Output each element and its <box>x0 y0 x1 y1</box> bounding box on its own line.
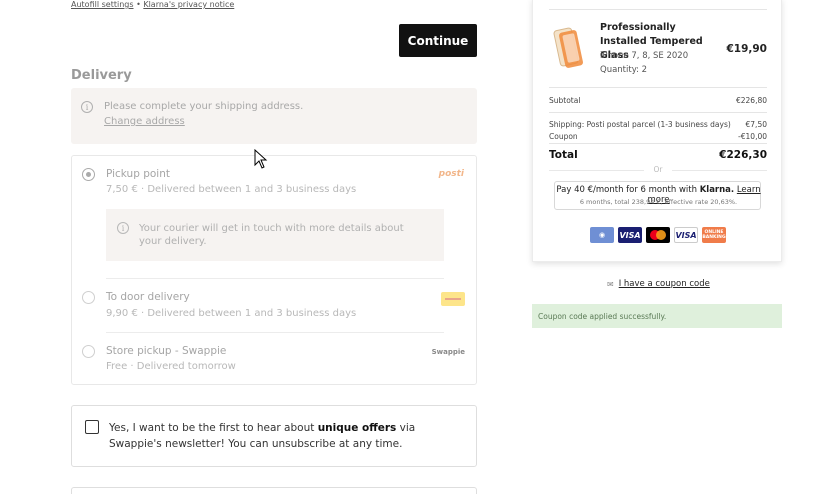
mobilepay-icon: ◉ <box>590 227 614 243</box>
or-label: Or <box>653 165 663 174</box>
mouse-cursor-icon <box>254 149 268 169</box>
product-quantity: Quantity: 2 <box>600 65 648 75</box>
newsletter-optin: Yes, I want to be the first to hear abou… <box>71 405 477 467</box>
product-variant: iPhone 7, 8, SE 2020 <box>600 51 689 61</box>
notice-message: Please complete your shipping address. <box>104 101 304 112</box>
option-divider <box>106 332 444 333</box>
coupon-row: Coupon -€10,00 <box>549 132 767 141</box>
radio-pickup-point[interactable] <box>82 168 95 181</box>
autofill-settings-link[interactable]: Autofill settings <box>71 0 134 9</box>
option-title-to-door[interactable]: To door delivery <box>106 291 190 303</box>
newsletter-text[interactable]: Yes, I want to be the first to hear abou… <box>109 420 449 452</box>
swappie-logo: Swappie <box>431 348 465 356</box>
link-separator: • <box>136 0 141 9</box>
klarna-privacy-link[interactable]: Klarna's privacy notice <box>143 0 234 9</box>
info-icon: i <box>81 101 93 113</box>
option-title-pickup-point[interactable]: Pickup point <box>106 168 170 180</box>
courier-info-box: i Your courier will get in touch with mo… <box>106 209 444 261</box>
subtotal-value: €226,80 <box>735 96 767 105</box>
shipping-label: Shipping: Posti postal parcel (1-3 busin… <box>549 120 731 129</box>
top-links: Autofill settings • Klarna's privacy not… <box>71 0 234 9</box>
online-banking-icon: ONLINE BANKING <box>702 227 726 243</box>
continue-button[interactable]: Continue <box>399 24 477 57</box>
option-title-store-pickup[interactable]: Store pickup - Swappie <box>106 345 226 357</box>
mastercard-icon <box>646 227 670 243</box>
payment-methods: ◉ VISA VISA ONLINE BANKING <box>590 227 726 243</box>
product-price: €19,90 <box>726 43 767 55</box>
summary-divider <box>549 143 767 144</box>
klarna-text: Pay 40 €/month for 6 month with <box>556 185 700 195</box>
total-row: Total €226,30 <box>549 149 767 161</box>
shipping-value: €7,50 <box>745 120 767 129</box>
summary-divider <box>549 87 767 88</box>
option-subtitle-store-pickup: Free · Delivered tomorrow <box>106 361 236 372</box>
klarna-offer: Pay 40 €/month for 6 month with Klarna. … <box>554 181 761 210</box>
coupon-label: Coupon <box>549 132 578 141</box>
tempered-glass-image <box>553 27 583 68</box>
radio-to-door-delivery[interactable] <box>82 291 95 304</box>
change-address-link[interactable]: Change address <box>104 116 185 127</box>
klarna-terms: 6 months, total 238,94 €, effective rate… <box>579 198 738 206</box>
radio-store-pickup[interactable] <box>82 345 95 358</box>
or-divider: Or <box>549 165 767 175</box>
visa-icon: VISA <box>618 227 642 243</box>
klarna-brand: Klarna. <box>699 185 735 195</box>
info-icon: i <box>117 222 129 234</box>
newsletter-checkbox[interactable] <box>85 420 99 434</box>
newsletter-text-before: Yes, I want to be the first to hear abou… <box>109 422 318 434</box>
newsletter-text-bold: unique offers <box>317 422 397 434</box>
summary-divider <box>549 112 767 113</box>
order-summary: Professionally Installed Tempered Glass … <box>532 0 782 262</box>
total-label: Total <box>549 149 578 161</box>
coupon-value: -€10,00 <box>738 132 767 141</box>
subtotal-row: Subtotal €226,80 <box>549 96 767 105</box>
address-notice: i Please complete your shipping address.… <box>71 88 477 144</box>
option-subtitle-pickup-point: 7,50 € · Delivered between 1 and 3 busin… <box>106 184 357 195</box>
summary-divider <box>549 9 767 10</box>
coupon-link-label[interactable]: I have a coupon code <box>619 279 710 289</box>
visa-electron-icon: VISA <box>674 227 698 243</box>
posti-logo: posti <box>438 169 464 179</box>
subtotal-label: Subtotal <box>549 96 581 105</box>
delivery-options: Pickup point 7,50 € · Delivered between … <box>71 155 477 385</box>
coupon-code-toggle[interactable]: ✉ I have a coupon code <box>607 279 710 289</box>
next-section-box <box>71 487 477 494</box>
option-divider <box>106 278 444 279</box>
courier-info-text: Your courier will get in touch with more… <box>139 223 404 247</box>
coupon-tag-icon: ✉ <box>607 279 614 289</box>
total-value: €226,30 <box>719 149 767 161</box>
option-subtitle-to-door: 9,90 € · Delivered between 1 and 3 busin… <box>106 308 357 319</box>
dhl-logo <box>441 292 465 306</box>
delivery-heading: Delivery <box>71 68 132 83</box>
coupon-success-message: Coupon code applied successfully. <box>532 304 782 328</box>
shipping-row: Shipping: Posti postal parcel (1-3 busin… <box>549 120 767 129</box>
